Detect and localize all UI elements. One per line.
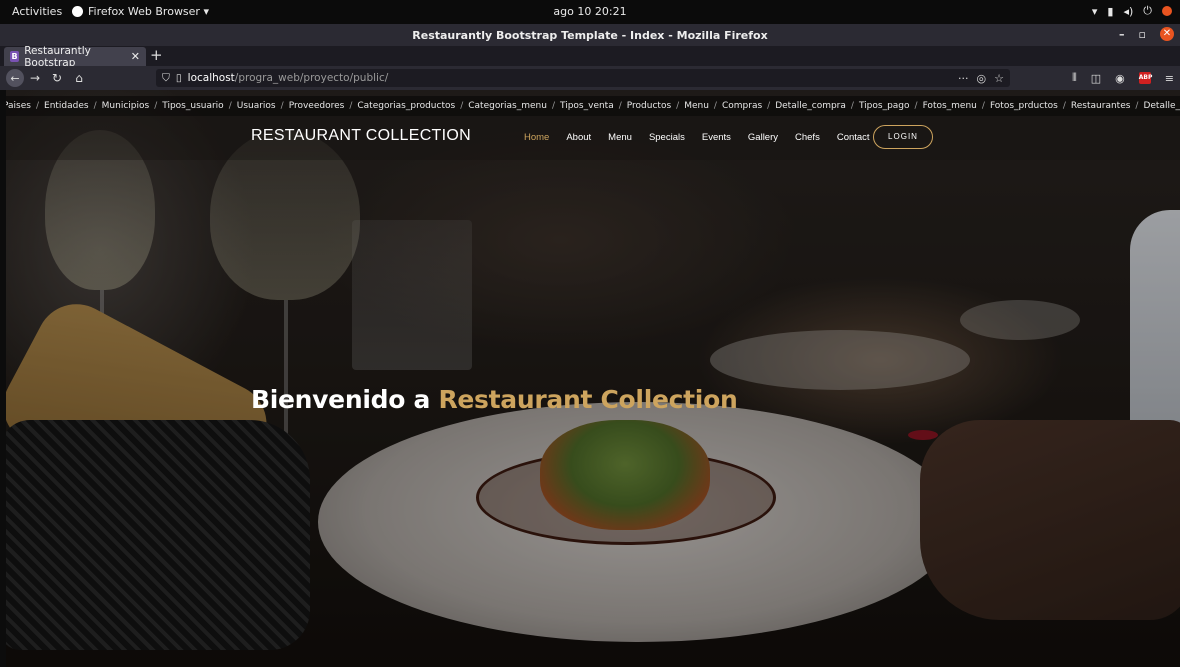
sidebar-icon[interactable]: ◫ [1091,72,1101,85]
bookmark-star-icon[interactable]: ☆ [994,72,1004,85]
main-nav: Home About Menu Specials Events Gallery … [524,132,887,143]
site-brand[interactable]: RESTAURANT COLLECTION [251,127,471,145]
breadcrumb-separator: / [1062,101,1066,111]
nav-contact[interactable]: Contact [837,132,870,143]
power-icon: ⏻ [1143,4,1152,17]
page-actions-icon[interactable]: ··· [958,72,969,85]
account-icon[interactable]: ◉ [1115,72,1125,85]
breadcrumb-link[interactable]: Categorias_menu [468,101,547,111]
breadcrumb-separator: / [280,101,284,111]
url-path: /progra_web/proyecto/public/ [234,72,389,84]
url-host: localhost [187,72,235,84]
hamburger-menu-icon[interactable]: ≡ [1165,72,1174,85]
breadcrumb-separator: / [349,101,353,111]
forward-arrow-icon[interactable]: → [24,71,46,85]
library-icon[interactable]: ⫴ [1072,71,1077,85]
login-button[interactable]: LOGIN [873,125,933,149]
breadcrumb-link[interactable]: Tipos_usuario [162,101,223,111]
url-bar[interactable]: ⛉ ▯ localhost/progra_web/proyecto/public… [156,69,1010,87]
breadcrumb: Paises / Entidades / Municipios / Tipos_usuari… [0,96,1180,116]
hero-title-accent: Restaurant Collection [438,385,738,414]
close-window-icon[interactable]: ✕ [1160,27,1174,41]
breadcrumb-separator: / [676,101,680,111]
breadcrumb-link[interactable]: Paises [3,101,31,111]
system-top-bar: Activities Firefox Web Browser ▾ ago 10 … [0,0,1180,24]
adblock-icon[interactable]: ABP [1138,72,1152,84]
network-icon: ▾ [1091,4,1098,18]
minimize-icon[interactable]: – [1119,28,1125,41]
breadcrumb-link[interactable]: Entidades [44,101,89,111]
nav-menu[interactable]: Menu [608,132,632,143]
nav-about[interactable]: About [566,132,591,143]
hero-title-prefix: Bienvenido a [251,385,439,414]
breadcrumb-link[interactable]: Restaurantes [1071,101,1131,111]
notification-icon [1162,6,1172,16]
nav-home[interactable]: Home [524,132,549,143]
nav-specials[interactable]: Specials [649,132,685,143]
breadcrumb-separator: / [618,101,622,111]
tab-label: Restaurantly Bootstrap [24,44,91,69]
volume-icon: ◂) [1123,4,1134,18]
breadcrumb-separator: / [460,101,464,111]
breadcrumb-link[interactable]: Detalle_compra [775,101,846,111]
nav-gallery[interactable]: Gallery [748,132,778,143]
site-header: RESTAURANT COLLECTION Home About Menu Sp… [0,116,1180,160]
hero-title: Bienvenido a Restaurant Collection [251,382,738,417]
back-arrow-icon[interactable]: ← [6,69,24,87]
tab-restaurantly[interactable]: B Restaurantly Bootstrap ✕ [4,44,146,69]
breadcrumb-link[interactable]: Fotos_menu [923,101,977,111]
breadcrumb-link[interactable]: Menu [684,101,709,111]
breadcrumb-separator: / [850,101,854,111]
breadcrumb-link[interactable]: Detalle_venta [1143,101,1180,111]
pocket-icon[interactable]: ◎ [977,72,987,85]
new-tab-button[interactable]: + [150,46,163,64]
breadcrumb-link[interactable]: Fotos_prductos [990,101,1058,111]
breadcrumb-link[interactable]: Productos [627,101,671,111]
breadcrumb-link[interactable]: Categorias_productos [357,101,455,111]
breadcrumb-separator: / [1135,101,1139,111]
system-tray[interactable]: ▾ ▮ ◂) ⏻ [1092,4,1172,18]
navigation-toolbar: ← → ↻ ⌂ ⛉ ▯ localhost/progra_web/proyect… [0,66,1180,90]
breadcrumb-link[interactable]: Municipios [102,101,150,111]
reload-icon[interactable]: ↻ [46,71,68,85]
hero-background-image [0,90,1180,667]
breadcrumb-link[interactable]: Tipos_pago [859,101,910,111]
tab-close-icon[interactable]: ✕ [131,50,140,63]
breadcrumb-link[interactable]: Compras [722,101,762,111]
clock[interactable]: ago 10 20:21 [0,5,1180,18]
breadcrumb-separator: / [981,101,985,111]
page-viewport: Paises / Entidades / Municipios / Tipos_usuari… [0,90,1180,667]
breadcrumb-link[interactable]: Proveedores [289,101,345,111]
shield-icon[interactable]: ⛉ [162,72,170,85]
breadcrumb-link[interactable]: Usuarios [237,101,276,111]
nav-events[interactable]: Events [702,132,731,143]
home-icon[interactable]: ⌂ [68,71,90,85]
breadcrumb-separator: / [551,101,555,111]
breadcrumb-separator: / [35,101,40,111]
breadcrumb-separator: / [713,101,717,111]
breadcrumb-separator: / [914,101,918,111]
tab-strip: B Restaurantly Bootstrap ✕ + [0,44,1180,69]
breadcrumb-separator: / [154,101,158,111]
maximize-icon[interactable]: ▫ [1139,28,1146,41]
page-icon[interactable]: ▯ [176,72,182,84]
breadcrumb-separator: / [93,101,97,111]
window-titlebar: Restaurantly Bootstrap Template - Index … [0,24,1180,46]
window-title: Restaurantly Bootstrap Template - Index … [412,29,768,42]
breadcrumb-separator: / [228,101,232,111]
battery-icon: ▮ [1107,4,1114,18]
nav-chefs[interactable]: Chefs [795,132,820,143]
bootstrap-favicon-icon: B [10,51,20,62]
breadcrumb-link[interactable]: Tipos_venta [560,101,614,111]
breadcrumb-separator: / [767,101,771,111]
